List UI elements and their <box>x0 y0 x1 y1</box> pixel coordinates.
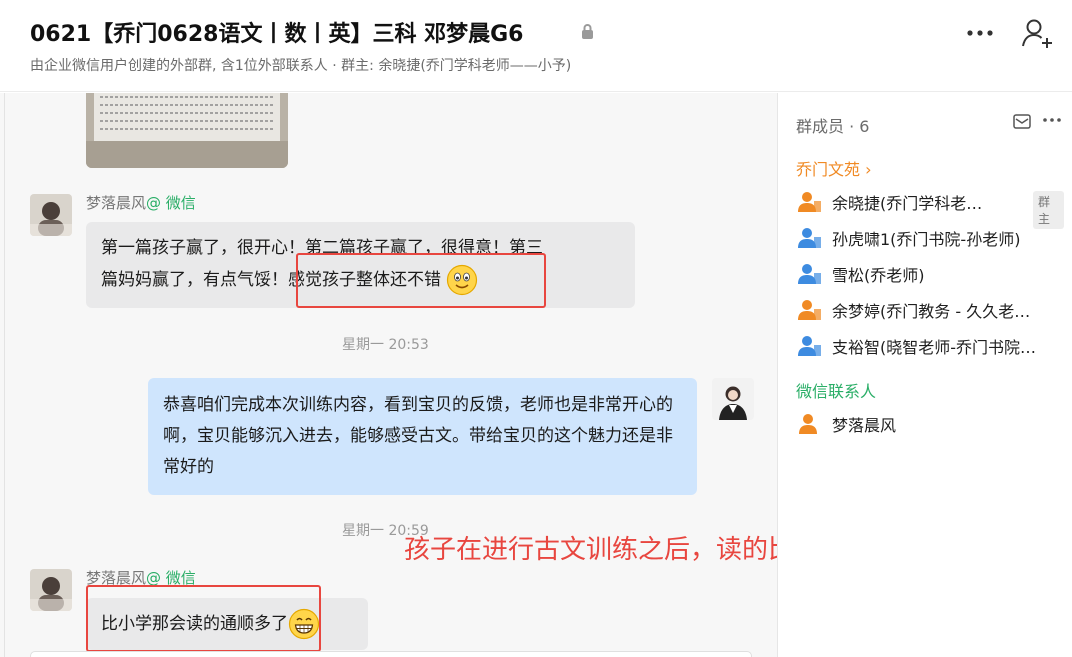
red-annotation-text: 孩子在进行古文训练之后，读的比小学的时候通顺了 <box>404 535 777 565</box>
member-item[interactable]: 支裕智(晓智老师-乔门书院… <box>796 330 1064 360</box>
person-icon <box>798 264 821 284</box>
message-text: 比小学那会读的通顺多了 <box>101 614 288 634</box>
member-item[interactable]: 余晓捷(乔门学科老… 群主 <box>796 186 1064 229</box>
lock-icon <box>582 24 593 39</box>
member-name: 雪松(乔老师) <box>832 266 925 285</box>
member-item[interactable]: 雪松(乔老师) <box>796 258 1064 288</box>
person-icon <box>798 300 821 320</box>
member-name: 梦落晨风 <box>832 416 897 435</box>
member-name: 余梦婷(乔门教务 - 久久老… <box>832 302 1031 321</box>
sender-name: 梦落晨风 <box>86 569 147 587</box>
message-text: 恭喜咱们完成本次训练内容，看到宝贝的反馈，老师也是非常开心的啊，宝贝能够沉入进去… <box>163 395 673 477</box>
person-icon <box>798 228 821 248</box>
sender-avatar[interactable] <box>30 194 72 236</box>
incoming-message-bubble[interactable]: 第一篇孩子赢了，很开心！第二篇孩子赢了，很得意！第三 篇妈妈赢了，有点气馁！感觉… <box>86 222 635 308</box>
image-message-thumbnail[interactable] <box>86 93 288 168</box>
wechat-source-tag: @ 微信 <box>146 194 196 212</box>
smile-emoji-icon <box>447 264 478 296</box>
pane-border <box>4 93 5 657</box>
member-name: 孙虎啸1(乔门书院-孙老师) <box>832 230 1021 249</box>
member-item[interactable]: 孙虎啸1(乔门书院-孙老师) <box>796 222 1064 252</box>
person-icon <box>799 414 817 434</box>
sender-avatar[interactable] <box>30 569 72 611</box>
chat-header: 0621【乔门0628语文丨数丨英】三科 邓梦晨G6 由企业微信用户创建的外部群… <box>0 0 1072 92</box>
group-title: 0621【乔门0628语文丨数丨英】三科 邓梦晨G6 <box>30 22 524 47</box>
member-item[interactable]: 梦落晨风 <box>796 408 1064 438</box>
more-options-icon[interactable] <box>1042 115 1062 125</box>
mail-icon[interactable] <box>1013 114 1031 129</box>
message-input-box[interactable] <box>30 651 752 657</box>
grin-emoji-icon <box>288 608 320 640</box>
section-wechat-contacts: 微信联系人 <box>796 382 877 401</box>
message-sender: 梦落晨风@ 微信 <box>86 192 196 213</box>
member-count-title: 群成员 · 6 <box>796 117 870 136</box>
person-icon <box>798 336 821 356</box>
member-panel: 群成员 · 6 乔门文苑 › 余晓捷(乔门学科老… 群主 孙虎啸1(乔门书院-孙… <box>779 93 1072 657</box>
message-text-line: 篇妈妈赢了，有点气馁！感觉孩子整体还不错 <box>101 264 620 296</box>
message-text-line: 第一篇孩子赢了，很开心！第二篇孩子赢了，很得意！第三 <box>101 238 543 258</box>
wechat-source-tag: @ 微信 <box>146 569 196 587</box>
chat-messages-pane[interactable]: 梦落晨风@ 微信 第一篇孩子赢了，很开心！第二篇孩子赢了，很得意！第三 篇妈妈赢… <box>0 93 778 657</box>
my-avatar[interactable] <box>712 378 754 420</box>
member-name: 支裕智(晓智老师-乔门书院… <box>832 338 1037 357</box>
outgoing-message-bubble[interactable]: 恭喜咱们完成本次训练内容，看到宝贝的反馈，老师也是非常开心的啊，宝贝能够沉入进去… <box>148 378 697 495</box>
more-options-icon[interactable] <box>963 20 997 46</box>
message-sender: 梦落晨风@ 微信 <box>86 567 196 588</box>
sender-name: 梦落晨风 <box>86 194 147 212</box>
member-item[interactable]: 余梦婷(乔门教务 - 久久老… <box>796 294 1064 324</box>
timestamp: 星期一 20:53 <box>342 337 429 353</box>
add-member-icon[interactable] <box>1020 16 1056 50</box>
person-icon <box>798 192 821 212</box>
section-org-link[interactable]: 乔门文苑 › <box>796 156 872 180</box>
member-name: 余晓捷(乔门学科老… <box>832 194 983 213</box>
group-subtitle: 由企业微信用户创建的外部群, 含1位外部联系人 · 群主: 余晓捷(乔门学科老师… <box>30 58 572 74</box>
incoming-message-bubble[interactable]: 比小学那会读的通顺多了 <box>86 598 368 650</box>
